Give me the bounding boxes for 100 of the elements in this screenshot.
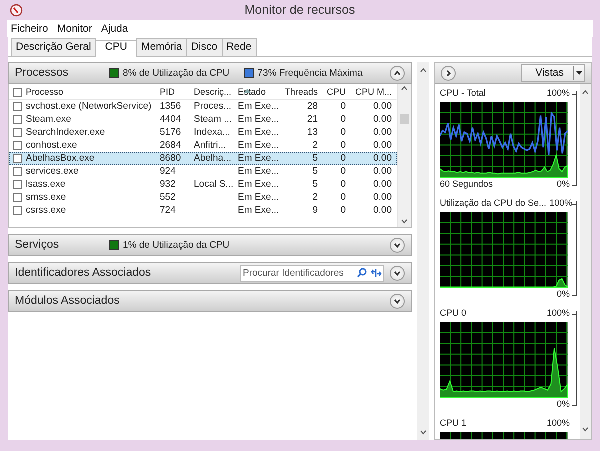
table-cell-text: 0.00 bbox=[372, 166, 393, 177]
table-cell-text: Local S... bbox=[193, 179, 235, 190]
column-header[interactable]: CPU bbox=[320, 87, 348, 97]
section-header[interactable]: Processos 8% de Utilização da CPU 73% Frequência Máxima bbox=[8, 62, 412, 84]
tab[interactable]: Memória bbox=[136, 38, 188, 56]
process-row[interactable]: conhost.exe 2684 Anfitri... Em Exe... 2 0 0.00 bbox=[9, 139, 397, 152]
table-cell: AbelhasBox.exe bbox=[26, 153, 95, 164]
column-header[interactable]: Processo bbox=[26, 87, 64, 97]
table-cell-text: Em Exe... bbox=[237, 179, 280, 190]
table-cell-text: 0 bbox=[340, 192, 347, 203]
axis-label: 100% bbox=[546, 418, 570, 430]
table-cell-text: Anfitri... bbox=[193, 140, 228, 151]
process-row[interactable]: svchost.exe (NetworkService) 1356 Proces... Em Exe... 28 0 0.00 bbox=[9, 100, 397, 113]
usage-label: 1% de Utilização da CPU bbox=[123, 240, 230, 250]
section-header[interactable]: Serviços 1% de Utilização da CPU bbox=[8, 234, 412, 256]
table-cell-text: Steam ... bbox=[193, 114, 234, 125]
views-dropdown[interactable]: Vistas bbox=[520, 64, 585, 82]
table-cell-text: 5 bbox=[312, 153, 319, 164]
table-cell-text: 0 bbox=[340, 166, 347, 177]
table-cell-text: 932 bbox=[159, 179, 177, 190]
table-cell-text: Em Exe... bbox=[237, 166, 280, 177]
table-cell: lsass.exe bbox=[26, 179, 66, 190]
graph-title: CPU 0 bbox=[440, 308, 467, 320]
table-cell-text: 0 bbox=[340, 153, 347, 164]
graph-title: CPU - Total bbox=[440, 88, 486, 100]
table-cell: smss.exe bbox=[26, 192, 66, 203]
table-cell-text: 2 bbox=[312, 192, 319, 203]
tab[interactable]: CPU bbox=[95, 40, 138, 57]
axis-label: 0% bbox=[556, 289, 570, 301]
axis-label: 100% bbox=[546, 88, 570, 100]
table-cell: svchost.exe (NetworkService) bbox=[26, 101, 152, 112]
table-cell-text: Em Exe... bbox=[237, 153, 280, 164]
tab[interactable]: Descrição Geral bbox=[11, 38, 96, 56]
table-cell-text: 0.00 bbox=[372, 192, 393, 203]
table-cell-text: 0.00 bbox=[372, 101, 393, 112]
table-cell-text: Em Exe... bbox=[237, 114, 280, 125]
process-row[interactable]: lsass.exe 932 Local S... Em Exe... 5 0 0.00 bbox=[9, 178, 397, 191]
table-cell-text: Proces... bbox=[193, 101, 232, 112]
menu-item[interactable]: Ajuda bbox=[101, 22, 128, 34]
process-row[interactable]: csrss.exe 724 Em Exe... 9 0 0.00 bbox=[9, 204, 397, 217]
table-cell-text: Abelha... bbox=[193, 153, 232, 164]
graph-title: CPU 1 bbox=[440, 418, 467, 430]
column-header[interactable]: Descriç... bbox=[192, 87, 236, 97]
table-cell-text: 0 bbox=[340, 101, 347, 112]
table-cell-text: Em Exe... bbox=[237, 205, 280, 216]
table-cell-text: 4404 bbox=[159, 114, 182, 125]
table-cell-text: Em Exe... bbox=[237, 192, 280, 203]
table-cell-text: 2 bbox=[312, 140, 319, 151]
table-cell-text: 0 bbox=[340, 205, 347, 216]
search-field[interactable]: Procurar Identificadores bbox=[243, 268, 355, 278]
graph-title: Utilização da CPU do Se... bbox=[440, 198, 547, 210]
section-header[interactable]: Identificadores Associados Procurar Identificadores bbox=[8, 262, 412, 284]
axis-label: 100% bbox=[550, 198, 573, 210]
column-header[interactable]: PID bbox=[158, 87, 192, 97]
column-header[interactable]: Threads bbox=[282, 87, 320, 97]
table-cell: conhost.exe bbox=[26, 140, 78, 151]
table-cell: Steam.exe bbox=[26, 114, 72, 125]
table-cell-text: 0.00 bbox=[372, 127, 393, 138]
search-bar[interactable]: Procurar Identificadores bbox=[240, 264, 384, 282]
column-header[interactable]: CPU M... bbox=[348, 87, 394, 97]
axis-label: 0% bbox=[556, 399, 570, 411]
menu-item[interactable]: Monitor bbox=[57, 22, 92, 34]
table-cell-text: 0.00 bbox=[372, 114, 393, 125]
axis-label: 100% bbox=[546, 308, 570, 320]
process-row[interactable]: SearchIndexer.exe 5176 Indexa... Em Exe... 13 0 0.00 bbox=[9, 126, 397, 139]
section-title: Serviços bbox=[15, 239, 60, 251]
table-cell-text: 552 bbox=[159, 192, 177, 203]
time-span-label: 60 Segundos bbox=[440, 179, 494, 191]
tab[interactable]: Rede bbox=[222, 38, 257, 56]
table-cell-text: 0 bbox=[340, 127, 347, 138]
table-cell-text: Em Exe... bbox=[237, 127, 280, 138]
table-cell-text: 2684 bbox=[159, 140, 182, 151]
table-cell-text: 0 bbox=[340, 140, 347, 151]
section-title: Processos bbox=[15, 67, 70, 79]
table-cell-text: 8680 bbox=[159, 153, 182, 164]
table-cell: csrss.exe bbox=[26, 205, 66, 216]
table-cell-text: Em Exe... bbox=[237, 101, 280, 112]
process-row[interactable]: smss.exe 552 Em Exe... 2 0 0.00 bbox=[9, 191, 397, 204]
table-cell-text: 21 bbox=[306, 114, 319, 125]
table-cell: services.exe bbox=[26, 166, 79, 177]
table-cell-text: 5 bbox=[312, 166, 319, 177]
table-cell: SearchIndexer.exe bbox=[26, 127, 106, 138]
tab[interactable]: Disco bbox=[186, 38, 223, 56]
section-title: Identificadores Associados bbox=[15, 267, 152, 279]
table-cell-text: 0.00 bbox=[372, 205, 393, 216]
table-cell-text: Em Exe... bbox=[237, 140, 280, 151]
process-row[interactable]: services.exe 924 Em Exe... 5 0 0.00 bbox=[9, 165, 397, 178]
table-cell-text: 13 bbox=[306, 127, 319, 138]
table-cell-text: 0 bbox=[340, 114, 347, 125]
window-title: Monitor de recursos bbox=[244, 3, 356, 17]
process-row[interactable]: Steam.exe 4404 Steam ... Em Exe... 21 0 0.00 bbox=[9, 113, 397, 126]
menu-item[interactable]: Ficheiro bbox=[11, 22, 48, 34]
table-cell-text: 724 bbox=[159, 205, 177, 216]
usage-label: 8% de Utilização da CPU bbox=[123, 68, 230, 78]
table-cell-text: 5176 bbox=[159, 127, 182, 138]
section-header[interactable]: Módulos Associados bbox=[8, 290, 412, 312]
table-cell-text: 5 bbox=[312, 179, 319, 190]
process-row[interactable]: AbelhasBox.exe 8680 Abelha... Em Exe... 5 0 0.00 bbox=[9, 152, 397, 165]
usage-label: 73% Frequência Máxima bbox=[258, 68, 363, 78]
table-cell-text: 0.00 bbox=[372, 179, 393, 190]
